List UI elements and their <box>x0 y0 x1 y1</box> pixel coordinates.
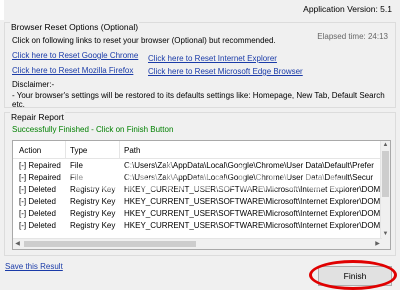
vertical-scrollbar[interactable]: ▲ ▼ <box>380 141 390 240</box>
cell-action: [-] Deleted <box>19 185 56 194</box>
left-edge <box>0 0 4 20</box>
cell-type: Registry Key <box>70 221 116 230</box>
browser-reset-group: Browser Reset Options (Optional) Elapsed… <box>4 22 396 109</box>
scroll-thumb[interactable] <box>24 241 196 247</box>
cell-path: HKEY_CURRENT_USER\SOFTWARE\Microsoft\Int… <box>124 209 381 218</box>
status-text: Successfully Finished - Click on Finish … <box>12 125 174 134</box>
horizontal-scrollbar[interactable]: ◀ ▶ <box>13 238 382 249</box>
scroll-thumb[interactable] <box>382 151 389 197</box>
reset-firefox-link[interactable]: Click here to Reset Mozilla Firefox <box>12 66 133 75</box>
title-bar: Application Version: 5.1 <box>0 0 400 20</box>
cell-action: [-] Deleted <box>19 197 56 206</box>
table-row[interactable]: [-] Deleted Registry Key HKEY_CURRENT_US… <box>13 221 383 232</box>
column-header-type[interactable]: Type <box>70 146 87 155</box>
watermark: malekastuces <box>60 158 351 199</box>
reset-edge-link[interactable]: Click here to Reset Microsoft Edge Brows… <box>148 67 303 76</box>
cell-path: HKEY_CURRENT_USER\SOFTWARE\Microsoft\Int… <box>124 221 381 230</box>
list-header: Action Type Path <box>13 141 390 159</box>
group-title: Repair Report <box>10 112 65 122</box>
scroll-down-icon[interactable]: ▼ <box>381 231 390 237</box>
group-title: Browser Reset Options (Optional) <box>10 22 140 32</box>
column-header-path[interactable]: Path <box>124 146 140 155</box>
cell-action: [-] Repaired <box>19 161 61 170</box>
cell-action: [-] Deleted <box>19 221 56 230</box>
instruction-text: Click on following links to reset your b… <box>12 36 276 45</box>
cell-action: [-] Deleted <box>19 209 56 218</box>
table-row[interactable]: [-] Deleted Registry Key HKEY_CURRENT_US… <box>13 209 383 220</box>
elapsed-time: Elapsed time: 24:13 <box>317 32 388 41</box>
cell-type: Registry Key <box>70 209 116 218</box>
reset-ie-link[interactable]: Click here to Reset Internet Explorer <box>148 54 277 63</box>
highlight-circle <box>309 260 397 290</box>
disclaimer-text: - Your browser's settings will be restor… <box>12 91 385 109</box>
scroll-corner <box>381 239 390 249</box>
disclaimer-label: Disclaimer:- <box>12 80 55 89</box>
column-header-action[interactable]: Action <box>19 146 41 155</box>
scroll-up-icon[interactable]: ▲ <box>381 142 390 148</box>
app-version: Application Version: 5.1 <box>303 4 392 14</box>
cell-action: [-] Repaired <box>19 173 61 182</box>
scroll-left-icon[interactable]: ◀ <box>13 239 22 249</box>
reset-chrome-link[interactable]: Click here to Reset Google Chrome <box>12 51 138 60</box>
save-result-link[interactable]: Save this Result <box>5 262 63 271</box>
